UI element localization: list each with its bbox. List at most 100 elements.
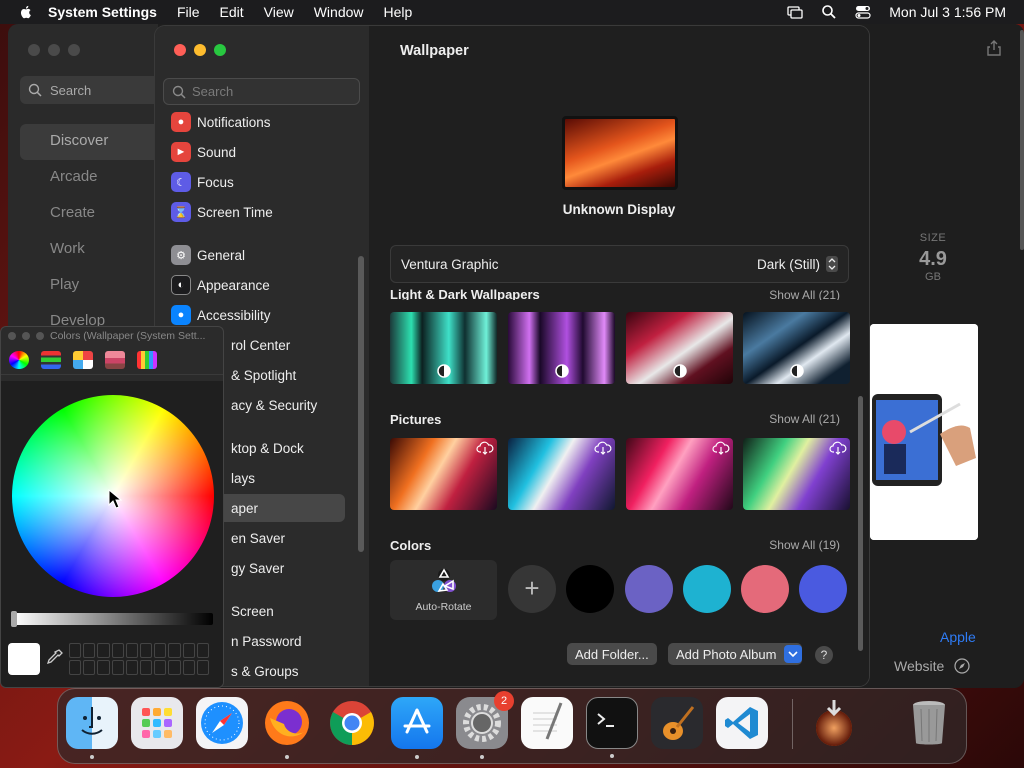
menubar-clock[interactable]: Mon Jul 3 1:56 PM xyxy=(889,4,1006,20)
sidebar-item-accessibility[interactable]: ● Accessibility xyxy=(163,301,345,329)
chevron-down-icon[interactable] xyxy=(784,645,803,663)
pencils-tab-icon[interactable] xyxy=(137,350,157,369)
brightness-slider[interactable] xyxy=(11,611,213,627)
menu-window[interactable]: Window xyxy=(314,4,364,20)
sidebar-item-screen-time[interactable]: ⌛ Screen Time xyxy=(163,198,345,226)
safari-compass-icon xyxy=(201,702,243,744)
color-wheel-tab-icon[interactable] xyxy=(9,350,29,369)
developer-link[interactable]: Apple xyxy=(940,629,976,645)
app-store-search[interactable]: Search xyxy=(20,76,160,104)
app-store-scrollbar[interactable] xyxy=(1020,30,1024,250)
zoom-button[interactable] xyxy=(68,44,80,56)
spotlight-search-icon[interactable] xyxy=(821,4,837,20)
dock-chrome[interactable] xyxy=(326,697,378,749)
add-photo-album-button[interactable]: Add Photo Album xyxy=(668,643,803,665)
nav-work[interactable]: Work xyxy=(20,232,160,268)
saved-colors-grid[interactable] xyxy=(69,643,209,675)
add-color-button[interactable]: + xyxy=(508,565,556,613)
dock-separator xyxy=(792,699,793,749)
nav-create[interactable]: Create xyxy=(20,196,160,232)
sidebar-item-focus[interactable]: ☾ Focus xyxy=(163,168,345,196)
zoom-button[interactable] xyxy=(214,44,226,56)
wallpaper-thumb[interactable] xyxy=(743,438,850,510)
nav-play[interactable]: Play xyxy=(20,268,160,304)
sidebar-item-sound[interactable]: ► Sound xyxy=(163,138,345,166)
show-all-light-dark[interactable]: Show All (21) xyxy=(769,289,840,300)
dock-textedit[interactable] xyxy=(521,697,573,749)
wallpaper-style-picker[interactable]: Ventura Graphic Dark (Still) xyxy=(390,245,849,283)
light-dark-icon xyxy=(789,364,804,378)
dock-launchpad[interactable] xyxy=(131,697,183,749)
settings-search-field[interactable]: Search xyxy=(163,78,360,105)
share-icon[interactable] xyxy=(986,40,1002,56)
dock-system-settings[interactable]: 2 xyxy=(456,691,514,759)
image-palettes-tab-icon[interactable] xyxy=(105,350,125,369)
wallpaper-thumb[interactable] xyxy=(626,312,733,384)
wallpaper-thumb[interactable] xyxy=(508,438,615,510)
close-button[interactable] xyxy=(8,332,16,340)
wallpaper-thumb[interactable] xyxy=(743,312,850,384)
dock-downloads[interactable] xyxy=(808,697,860,749)
color-swatch-black[interactable] xyxy=(566,565,614,613)
wallpaper-thumb[interactable] xyxy=(390,312,497,384)
sidebar-item-general[interactable]: ⚙ General xyxy=(163,241,345,269)
menu-edit[interactable]: Edit xyxy=(220,4,244,20)
color-swatch-purple[interactable] xyxy=(625,565,673,613)
app-screenshot[interactable] xyxy=(870,324,978,540)
show-all-pictures[interactable]: Show All (21) xyxy=(769,412,840,427)
dock: 2 xyxy=(57,688,967,764)
dock-safari[interactable] xyxy=(196,697,248,749)
website-link[interactable]: Website xyxy=(894,658,970,674)
color-swatch-pink[interactable] xyxy=(741,565,789,613)
section-title: Pictures xyxy=(390,412,442,427)
wallpaper-pane: Wallpaper Unknown Display Ventura Graphi… xyxy=(369,26,869,686)
menu-view[interactable]: View xyxy=(264,4,294,20)
color-swatch-cyan[interactable] xyxy=(683,565,731,613)
nav-arcade[interactable]: Arcade xyxy=(20,160,160,196)
menu-help[interactable]: Help xyxy=(384,4,413,20)
slider-knob[interactable] xyxy=(11,611,17,627)
sidebar-item-label: acy & Security xyxy=(231,397,318,413)
search-placeholder: Search xyxy=(192,84,234,99)
zoom-button[interactable] xyxy=(36,332,44,340)
close-button[interactable] xyxy=(28,44,40,56)
sidebar-item-appearance[interactable]: ◐ Appearance xyxy=(163,271,345,299)
sidebar-item-label: General xyxy=(197,247,246,263)
control-center-icon[interactable] xyxy=(855,4,871,20)
sidebar-scrollbar[interactable] xyxy=(358,256,364,552)
menu-file[interactable]: File xyxy=(177,4,200,20)
dock-finder[interactable] xyxy=(66,697,118,759)
add-folder-button[interactable]: Add Folder... xyxy=(567,643,657,665)
current-color-well[interactable] xyxy=(8,643,40,675)
sidebar-item-label: Screen xyxy=(231,603,274,619)
wallpaper-thumb[interactable] xyxy=(508,312,615,384)
screen-mirroring-icon[interactable] xyxy=(787,4,803,20)
show-all-colors[interactable]: Show All (19) xyxy=(769,538,840,553)
eyedropper-icon[interactable] xyxy=(47,649,63,667)
section-colors-header: Colors Show All (19) xyxy=(390,538,840,553)
minimize-button[interactable] xyxy=(48,44,60,56)
wallpaper-thumb[interactable] xyxy=(390,438,497,510)
nav-discover[interactable]: Discover xyxy=(20,124,160,160)
vscode-icon xyxy=(725,707,758,739)
dock-firefox[interactable] xyxy=(261,697,313,759)
sidebar-item-notifications[interactable]: ● Notifications xyxy=(163,108,345,136)
auto-rotate-tile[interactable]: Auto-Rotate xyxy=(390,560,497,620)
wallpaper-thumb[interactable] xyxy=(626,438,733,510)
dock-vscode[interactable] xyxy=(716,697,768,749)
apple-logo-icon[interactable] xyxy=(18,4,34,20)
close-button[interactable] xyxy=(174,44,186,56)
dock-garageband[interactable] xyxy=(651,697,703,749)
content-scrollbar[interactable] xyxy=(858,396,863,651)
minimize-button[interactable] xyxy=(194,44,206,56)
color-palettes-tab-icon[interactable] xyxy=(73,350,93,369)
menu-app-name[interactable]: System Settings xyxy=(48,4,157,20)
color-sliders-tab-icon[interactable] xyxy=(41,350,61,369)
dock-trash[interactable] xyxy=(903,697,955,749)
add-photo-album-label: Add Photo Album xyxy=(676,646,777,662)
dock-app-store[interactable] xyxy=(391,697,443,759)
dock-terminal[interactable] xyxy=(586,697,638,758)
help-button[interactable]: ? xyxy=(815,646,833,664)
color-swatch-blue[interactable] xyxy=(799,565,847,613)
minimize-button[interactable] xyxy=(22,332,30,340)
